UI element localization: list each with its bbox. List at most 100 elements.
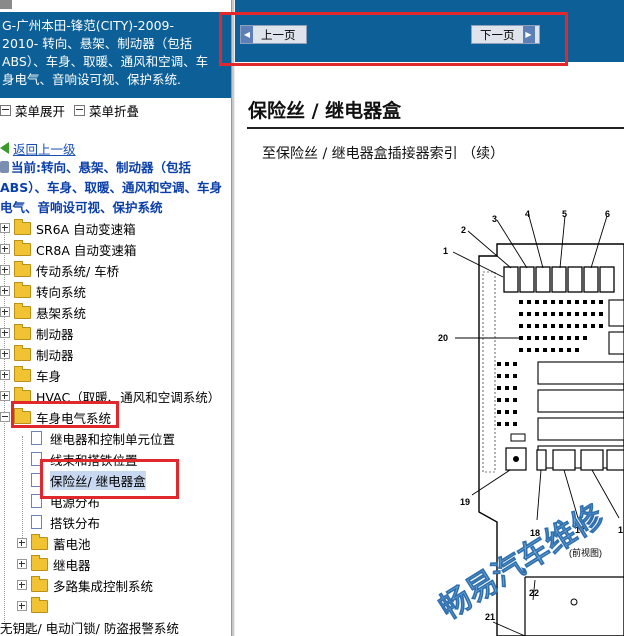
callout-number: 5 (562, 209, 567, 219)
left-navigation-pane: G-广州本田-锋范(CITY)-2009- 2010- 转向、悬架、制动器（包括… (0, 12, 231, 636)
collapse-all-button[interactable]: 菜单折叠 (74, 100, 139, 120)
folder-icon (14, 344, 31, 361)
tree-node-label: 车身 (36, 368, 62, 384)
top-blue-strip (235, 0, 624, 12)
tree-node-relay[interactable]: 继电器 (17, 554, 91, 574)
highlight-box-nav (219, 12, 568, 66)
folder-icon (14, 260, 31, 277)
manual-title-line: ABS）、车身、取暖、通风和空调、车 (2, 54, 209, 69)
tree-node-suspension[interactable]: 悬架系统 (0, 302, 86, 322)
folder-icon (31, 554, 48, 571)
tree-node-label: 传动系统/ 车桥 (36, 263, 120, 279)
tree-node-label: 继电器 (53, 557, 91, 573)
back-arrow-icon (0, 142, 9, 154)
callout-number: 2 (461, 225, 466, 235)
callout-number: 4 (525, 209, 530, 219)
title-rule (247, 127, 624, 129)
expand-toggle-icon[interactable] (0, 244, 10, 254)
tree-node-multiplex[interactable]: 多路集成控制系统 (17, 575, 153, 595)
expand-toggle-icon[interactable] (0, 307, 10, 317)
back-link[interactable]: 返回上一级 (13, 139, 76, 158)
expand-toggle-icon[interactable] (17, 538, 27, 548)
tree-guide-line (22, 436, 23, 546)
expand-toggle-icon[interactable] (17, 559, 27, 569)
document-icon (31, 431, 42, 445)
expand-toggle-icon[interactable] (0, 265, 10, 275)
expand-toggle-icon[interactable] (17, 601, 27, 611)
tree-node-label: 无钥匙/ 电动门锁/ 防盗报警系统 (0, 620, 179, 636)
callout-number: 22 (529, 588, 539, 598)
current-line: 电气、音响设可视、保护系统 (0, 200, 163, 215)
tree-node-steering[interactable]: 转向系统 (0, 281, 86, 301)
folder-icon (31, 596, 48, 613)
manual-title-box: G-广州本田-锋范(CITY)-2009- 2010- 转向、悬架、制动器（包括… (0, 12, 231, 98)
expand-all-button[interactable]: 菜单展开 (0, 100, 65, 120)
expand-toggle-icon[interactable] (0, 223, 10, 233)
tree-node-label: CR8A 自动变速箱 (36, 242, 137, 258)
document-subtitle: 至保险丝 / 继电器盒插接器索引 （续） (262, 146, 505, 162)
tree-node-label: 制动器 (36, 326, 74, 342)
manual-title-line: 2010- 转向、悬架、制动器（包括 (2, 36, 193, 51)
tree-node-relay-locations[interactable]: 继电器和控制单元位置 (31, 428, 175, 448)
document-title: 保险丝 / 继电器盒 (248, 100, 402, 122)
tree-node-label: 转向系统 (36, 284, 87, 300)
folder-icon (31, 533, 48, 550)
folder-icon (14, 302, 31, 319)
expand-icon (0, 104, 11, 116)
tree-node-cr8a[interactable]: CR8A 自动变速箱 (0, 239, 136, 259)
callout-number: 1 (618, 525, 623, 535)
window-corner-block (0, 0, 12, 9)
location-pin-icon (0, 161, 9, 173)
tree-node-label: 继电器和控制单元位置 (50, 431, 176, 447)
collapse-icon (74, 104, 85, 116)
expand-toggle-icon[interactable] (0, 349, 10, 359)
tree-node-keyless[interactable]: 无钥匙/ 电动门锁/ 防盗报警系统 (0, 617, 179, 636)
callout-number: 20 (438, 333, 448, 343)
tree-node-brakes[interactable]: 制动器 (0, 323, 74, 343)
tree-node-brakes-2[interactable]: 制动器 (0, 344, 74, 364)
tree-node-ground-distribution[interactable]: 搭铁分布 (31, 512, 100, 532)
callout-number: 3 (492, 214, 497, 224)
folder-icon (14, 239, 31, 256)
expand-toggle-icon[interactable] (0, 328, 10, 338)
highlight-box-body-electrical (11, 401, 119, 428)
watermark-text: 畅易汽车维修 (433, 497, 611, 627)
tree-node-unnamed[interactable] (17, 596, 53, 616)
current-location: 当前:转向、悬架、制动器（包括 ABS）、车身、取暖、通风和空调、车身 电气、音… (0, 158, 231, 218)
expand-toggle-icon[interactable] (0, 286, 10, 296)
current-line: ABS）、车身、取暖、通风和空调、车身 (0, 180, 222, 195)
tree-node-label: 蓄电池 (53, 536, 91, 552)
expand-all-label: 菜单展开 (15, 103, 66, 119)
collapse-all-label: 菜单折叠 (89, 103, 140, 119)
tree-node-label: 搭铁分布 (50, 515, 101, 531)
tree-node-sr6a[interactable]: SR6A 自动变速箱 (0, 218, 136, 238)
callout-number: 19 (460, 497, 470, 507)
callout-number: 1 (443, 246, 448, 256)
manual-title-line: G-广州本田-锋范(CITY)-2009- (2, 18, 174, 33)
tree-node-label: 悬架系统 (36, 305, 87, 321)
expand-toggle-icon[interactable] (17, 580, 27, 590)
callout-number: 6 (605, 209, 610, 219)
folder-icon (14, 281, 31, 298)
document-icon (31, 515, 42, 529)
collapse-toggle-icon[interactable] (0, 412, 10, 422)
folder-icon (14, 365, 31, 382)
window-top-strip (0, 0, 624, 12)
tree-node-battery[interactable]: 蓄电池 (17, 533, 91, 553)
tree-node-body[interactable]: 车身 (0, 365, 61, 385)
highlight-box-fuse-relay (40, 459, 179, 499)
current-line: 当前:转向、悬架、制动器（包括 (11, 160, 191, 175)
tree-node-drivetrain[interactable]: 传动系统/ 车桥 (0, 260, 119, 280)
folder-icon (31, 575, 48, 592)
manual-title-line: 身电气、音响设可视、保护系统. (2, 72, 181, 87)
expand-toggle-icon[interactable] (0, 391, 10, 401)
tree-node-label: 多路集成控制系统 (53, 578, 154, 594)
folder-icon (14, 323, 31, 340)
tree-node-label: 制动器 (36, 347, 74, 363)
tree-node-label: SR6A 自动变速箱 (36, 221, 136, 237)
content-pane: ◀ 上一页 下一页 ▶ 保险丝 / 继电器盒 至保险丝 / 继电器盒插接器索引 … (235, 12, 624, 636)
folder-icon (14, 218, 31, 235)
fuse-box-diagram: 1 2 3 4 5 6 20 19 18 17 1 22 21 (前视图) 畅易… (433, 209, 624, 636)
expand-toggle-icon[interactable] (0, 370, 10, 380)
back-link-row[interactable]: 返回上一级 (0, 139, 76, 157)
